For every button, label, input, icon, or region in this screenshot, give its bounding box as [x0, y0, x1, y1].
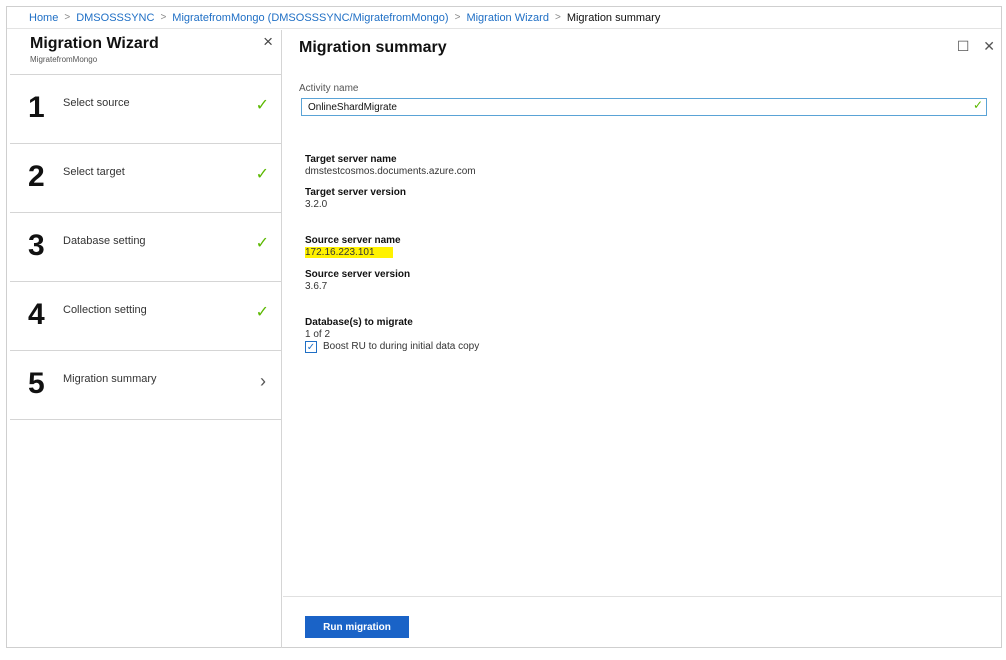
page-title: Migration summary	[299, 39, 447, 56]
summary-pane: Migration summary ☐ ✕ Activity name ✓ Ta…	[283, 30, 1001, 648]
checkmark-icon: ✓	[255, 304, 269, 321]
run-migration-button[interactable]: Run migration	[305, 616, 409, 638]
step-label: Select target	[63, 166, 125, 178]
checkmark-icon: ✓	[972, 98, 983, 112]
app-frame: Home > DMSOSSSYNC > MigratefromMongo (DM…	[6, 6, 1002, 648]
breadcrumb-dmsosssync[interactable]: DMSOSSSYNC	[76, 12, 154, 24]
target-server-version-label: Target server version	[305, 187, 406, 198]
target-server-name-label: Target server name	[305, 154, 397, 165]
source-server-name-value: 172.16.223.101	[305, 247, 393, 258]
highlighted-text: 172.16.223.101	[305, 247, 393, 258]
wizard-step-migration-summary[interactable]: 5 Migration summary ›	[10, 351, 281, 420]
activity-name-input[interactable]	[301, 98, 987, 116]
window-controls: ☐ ✕	[947, 38, 995, 55]
step-number: 5	[28, 367, 45, 400]
step-number: 2	[28, 160, 45, 193]
databases-to-migrate-value: 1 of 2	[305, 329, 331, 340]
step-label: Collection setting	[63, 304, 147, 316]
source-server-version-value: 3.6.7	[305, 281, 328, 292]
chevron-right-icon: >	[554, 12, 561, 23]
close-icon[interactable]: ✕	[983, 38, 995, 54]
checkmark-icon: ✓	[255, 166, 269, 183]
checkmark-icon: ✓	[255, 235, 269, 252]
breadcrumb-current: Migration summary	[566, 11, 661, 24]
breadcrumb-home[interactable]: Home	[29, 12, 58, 24]
boost-ru-label: Boost RU to during initial data copy	[323, 341, 480, 352]
chevron-right-icon: >	[160, 12, 167, 23]
activity-name-label: Activity name	[299, 83, 359, 94]
target-server-version-value: 3.2.0	[305, 199, 328, 210]
maximize-icon[interactable]: ☐	[957, 38, 970, 54]
wizard-step-select-target[interactable]: 2 Select target ✓	[10, 144, 281, 213]
close-icon[interactable]: ×	[263, 32, 273, 52]
wizard-title: Migration Wizard	[30, 35, 159, 52]
step-number: 4	[28, 298, 45, 331]
step-label: Database setting	[63, 235, 146, 247]
target-server-name-value: dmstestcosmos.documents.azure.com	[305, 166, 476, 177]
wizard-header: Migration Wizard MigratefromMongo ×	[10, 30, 281, 75]
step-label: Select source	[63, 97, 130, 109]
wizard-subtitle: MigratefromMongo	[30, 55, 98, 64]
chevron-right-icon: >	[64, 12, 71, 23]
boost-ru-checkbox[interactable]: ✓	[305, 341, 317, 353]
breadcrumb: Home > DMSOSSSYNC > MigratefromMongo (DM…	[7, 7, 1001, 29]
databases-to-migrate-label: Database(s) to migrate	[305, 317, 413, 328]
source-server-version-label: Source server version	[305, 269, 411, 280]
wizard-step-select-source[interactable]: 1 Select source ✓	[10, 75, 281, 144]
breadcrumb-migration-wizard[interactable]: Migration Wizard	[466, 12, 549, 24]
wizard-step-collection-setting[interactable]: 4 Collection setting ✓	[10, 282, 281, 351]
chevron-right-icon: ›	[260, 371, 266, 391]
step-number: 1	[28, 91, 45, 124]
footer-divider	[283, 596, 1001, 597]
chevron-right-icon: >	[454, 12, 461, 23]
step-number: 3	[28, 229, 45, 262]
wizard-pane: Migration Wizard MigratefromMongo × 1 Se…	[10, 30, 282, 648]
wizard-step-database-setting[interactable]: 3 Database setting ✓	[10, 213, 281, 282]
checkmark-icon: ✓	[255, 97, 269, 114]
source-server-name-label: Source server name	[305, 235, 401, 246]
breadcrumb-migratefrommongo[interactable]: MigratefromMongo (DMSOSSSYNC/Migratefrom…	[172, 12, 448, 24]
step-label: Migration summary	[63, 373, 157, 385]
